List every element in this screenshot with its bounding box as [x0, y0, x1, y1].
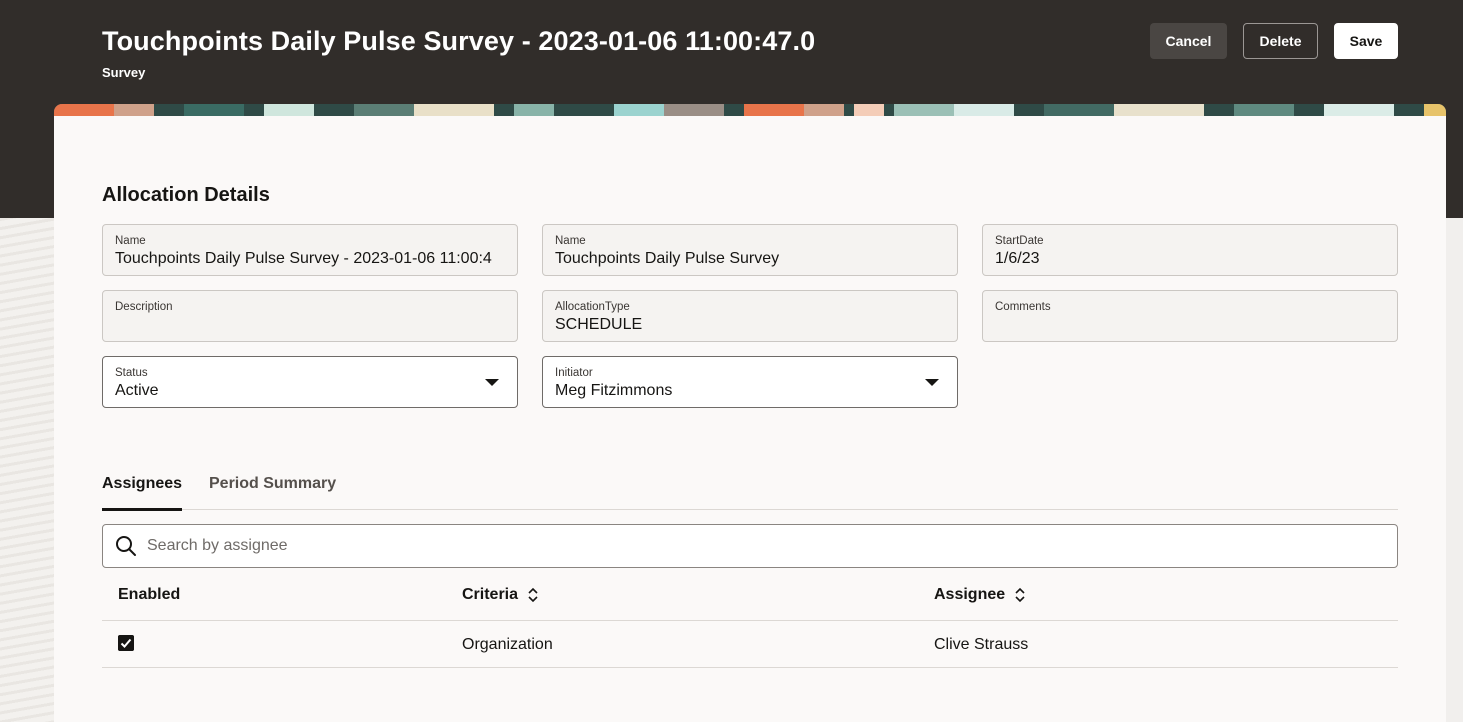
page-title: Touchpoints Daily Pulse Survey - 2023-01… — [102, 26, 816, 56]
background-right — [1446, 218, 1463, 722]
allocation-type-label: AllocationType — [555, 301, 630, 313]
comments-field[interactable]: Comments — [982, 290, 1398, 342]
sort-icon[interactable] — [526, 587, 540, 603]
start-date-label: StartDate — [995, 235, 1044, 247]
initiator-label: Initiator — [555, 367, 593, 379]
save-button[interactable]: Save — [1334, 23, 1398, 59]
section-title: Allocation Details — [102, 184, 270, 206]
name-field-label: Name — [115, 235, 146, 247]
allocation-type-value: SCHEDULE — [555, 316, 643, 333]
description-field[interactable]: Description — [102, 290, 518, 342]
initiator-value: Meg Fitzimmons — [555, 382, 673, 399]
decorative-banner — [54, 104, 1446, 116]
search-input[interactable] — [147, 525, 1377, 567]
tab-assignees[interactable]: Assignees — [102, 474, 183, 511]
table-divider — [102, 620, 1398, 621]
allocation-card: Allocation Details Name Touchpoints Dail… — [54, 104, 1446, 722]
page-subtitle: Survey — [102, 65, 146, 80]
column-label-enabled: Enabled — [118, 586, 181, 603]
comments-label: Comments — [995, 301, 1051, 313]
survey-name-field-value: Touchpoints Daily Pulse Survey — [555, 250, 780, 267]
column-header-assignee[interactable]: Assignee — [934, 586, 1027, 604]
table-divider — [102, 667, 1398, 668]
cell-assignee: Clive Strauss — [934, 636, 1029, 653]
name-field-value: Touchpoints Daily Pulse Survey - 2023-01… — [115, 250, 492, 267]
allocation-type-field[interactable]: AllocationType SCHEDULE — [542, 290, 958, 342]
checkbox-checked-icon[interactable] — [118, 635, 134, 651]
survey-name-field[interactable]: Name Touchpoints Daily Pulse Survey — [542, 224, 958, 276]
cancel-button[interactable]: Cancel — [1150, 23, 1227, 59]
column-label-assignee: Assignee — [934, 586, 1006, 603]
tab-period-summary[interactable]: Period Summary — [209, 474, 336, 510]
column-header-enabled: Enabled — [118, 586, 180, 604]
initiator-select[interactable]: Initiator Meg Fitzimmons — [542, 356, 958, 408]
chevron-down-icon[interactable] — [485, 379, 499, 386]
start-date-field[interactable]: StartDate 1/6/23 — [982, 224, 1398, 276]
name-field[interactable]: Name Touchpoints Daily Pulse Survey - 20… — [102, 224, 518, 276]
column-label-criteria: Criteria — [462, 586, 519, 603]
sort-icon[interactable] — [1013, 587, 1027, 603]
cell-criteria: Organization — [462, 636, 553, 653]
survey-name-field-label: Name — [555, 235, 586, 247]
start-date-value: 1/6/23 — [995, 250, 1040, 267]
background-texture-left — [0, 218, 54, 722]
delete-button[interactable]: Delete — [1243, 23, 1318, 59]
status-label: Status — [115, 367, 148, 379]
search-icon — [116, 536, 136, 556]
chevron-down-icon[interactable] — [925, 379, 939, 386]
assignee-search[interactable] — [102, 524, 1398, 568]
status-select[interactable]: Status Active — [102, 356, 518, 408]
status-value: Active — [115, 382, 159, 399]
column-header-criteria[interactable]: Criteria — [462, 586, 540, 604]
tab-bar: Assignees Period Summary — [102, 474, 1398, 511]
description-label: Description — [115, 301, 173, 313]
